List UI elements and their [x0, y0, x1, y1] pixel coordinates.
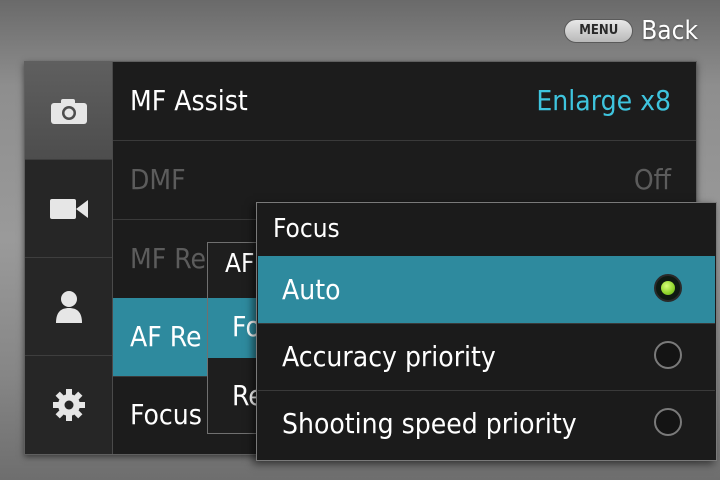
popup-title: Focus: [273, 214, 340, 244]
option-shooting-speed-priority[interactable]: Shooting speed priority: [258, 390, 715, 457]
setting-label: Focus: [130, 398, 202, 431]
tab-camera[interactable]: [25, 62, 112, 160]
radio-selected-icon[interactable]: [654, 274, 682, 302]
option-label: Auto: [282, 273, 341, 306]
menu-key-badge[interactable]: MENU: [564, 19, 634, 43]
gear-icon: [52, 388, 85, 421]
radio-unselected-icon[interactable]: [654, 341, 682, 369]
back-button[interactable]: Back: [641, 16, 698, 46]
setting-label: MF Re: [130, 242, 206, 275]
setting-label: MF Assist: [130, 84, 248, 117]
option-label: Shooting speed priority: [282, 407, 577, 440]
setting-value: Enlarge x8: [536, 84, 671, 117]
header-bar: MENU Back: [564, 14, 698, 48]
setting-label: AF Re: [130, 320, 202, 353]
setting-row-mf-assist[interactable]: MF Assist Enlarge x8: [113, 62, 696, 141]
category-sidebar: [25, 62, 113, 454]
camera-icon: [50, 98, 87, 124]
radio-unselected-icon[interactable]: [654, 408, 682, 436]
person-icon: [55, 290, 82, 323]
option-accuracy-priority[interactable]: Accuracy priority: [258, 323, 715, 390]
tab-custom[interactable]: [25, 258, 112, 356]
option-auto[interactable]: Auto: [258, 256, 715, 323]
focus-popup: Focus Auto Accuracy priority Shooting sp…: [256, 202, 717, 461]
option-label: Accuracy priority: [282, 340, 496, 373]
tab-video[interactable]: [25, 160, 112, 258]
setting-label: DMF: [130, 163, 186, 196]
submenu-title: AF: [225, 249, 255, 279]
tab-setup[interactable]: [25, 356, 112, 453]
video-camera-icon: [49, 198, 88, 219]
